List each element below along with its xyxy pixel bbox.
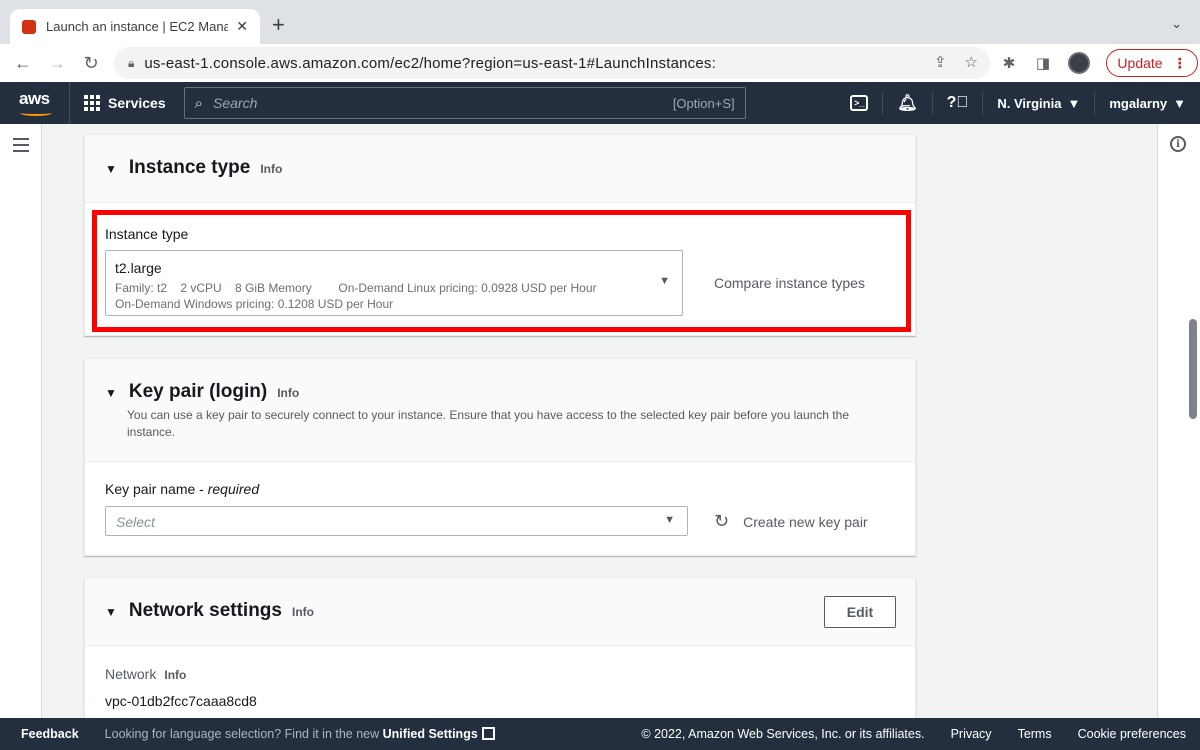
tab-title: Launch an instance | EC2 Management Cons… [46,19,229,34]
network-settings-header: ▼ Network settings Info Edit [85,578,915,646]
collapse-caret-icon[interactable]: ▼ [105,605,117,619]
cloudshell-button[interactable]: >_ [836,92,882,114]
vpc-value: vpc-01db2fcc7caaa8cd8 [105,693,257,709]
browser-toolbar: ← → ↻ 🔒︎ us-east-1.console.aws.amazon.co… [0,44,1200,82]
side-panel-icon[interactable]: ◨ [1034,54,1052,72]
search-input[interactable]: ⌕ Search [Option+S] [183,87,746,119]
aws-logo[interactable]: aws [0,82,70,124]
instance-type-panel: ▼ Instance type Info Instance type t2.la… [84,134,916,336]
menu-hamburger-icon[interactable] [13,138,29,156]
right-rail: i [1157,124,1200,718]
search-shortcut: [Option+S] [672,95,735,111]
info-panel-icon[interactable]: i [1170,136,1186,152]
url-path: /ec2/home?region=us-east-1#LaunchInstanc… [390,54,716,72]
browser-tabstrip: Launch an instance | EC2 Management Cons… [0,0,1200,44]
share-icon[interactable]: ⇪ [934,53,947,71]
collapse-caret-icon[interactable]: ▼ [105,386,117,400]
network-field-label: Network Info [105,666,186,682]
new-tab-button[interactable]: + [272,14,285,36]
collapse-caret-icon[interactable]: ▼ [105,162,117,176]
key-pair-select[interactable]: Select ▼ [105,506,688,536]
account-menu[interactable]: mgalarny ▼ [1094,92,1200,114]
update-button[interactable]: Update ⋮ [1106,49,1198,77]
services-grid-icon [84,95,100,111]
language-notice: Looking for language selection? Find it … [105,727,495,741]
network-info-link[interactable]: Info [164,668,186,682]
help-icon: ?⃝ [946,94,969,111]
services-menu-button[interactable]: Services [84,95,166,111]
create-key-pair-label: Create new key pair [743,513,868,530]
lock-icon: 🔒︎ [128,55,135,70]
compare-instance-types-link[interactable]: Compare instance types [714,275,865,291]
more-menu-icon: ⋮ [1172,54,1187,71]
instance-type-meta-line1: Family: t2 2 vCPU 8 GiB Memory On-Demand… [115,281,597,295]
console-footer: Feedback Looking for language selection?… [0,718,1200,750]
cloudshell-icon: >_ [850,95,869,111]
region-selector[interactable]: N. Virginia ▼ [982,92,1094,114]
key-pair-label-text: Key pair name [105,481,196,497]
terms-link[interactable]: Terms [1018,727,1052,741]
language-notice-text: Looking for language selection? Find it … [104,727,383,741]
aws-logo-text: aws [19,89,50,108]
search-icon: ⌕ [194,94,204,112]
instance-type-title: Instance type [128,157,251,178]
instance-type-meta-line2: On-Demand Windows pricing: 0.1208 USD pe… [115,297,394,311]
refresh-icon[interactable]: ↻ [714,511,729,532]
key-pair-info-link[interactable]: Info [277,386,299,400]
edit-button[interactable]: Edit [824,596,896,628]
network-settings-title: Network settings [128,600,282,621]
instance-type-field-label: Instance type [105,226,189,242]
update-label: Update [1117,55,1163,71]
left-rail [0,124,42,718]
instance-type-header: ▼ Instance type Info [85,135,915,203]
services-label: Services [108,95,166,111]
page-scrollbar[interactable] [1189,319,1197,419]
create-key-pair-button[interactable]: ↻ Create new key pair [714,511,868,532]
key-pair-description: You can use a key pair to securely conne… [127,408,849,439]
aws-top-nav: aws Services ⌕ Search [Option+S] >_ 🔔︎ ?… [0,82,1200,124]
cookie-preferences-link[interactable]: Cookie preferences [1078,727,1186,741]
key-pair-header: ▼ Key pair (login) Info You can use a ke… [85,359,915,462]
instance-type-select[interactable]: t2.large Family: t2 2 vCPU 8 GiB Memory … [105,250,683,316]
network-settings-panel: ▼ Network settings Info Edit Network Inf… [84,577,916,737]
required-label: required [207,481,260,497]
aws-smile-icon [20,110,52,116]
key-pair-field-label: Key pair name - required [105,481,260,497]
bell-icon: 🔔︎ [897,95,918,112]
profile-avatar[interactable] [1068,52,1090,74]
forward-button[interactable]: → [40,53,74,74]
instance-type-info-link[interactable]: Info [260,162,282,176]
unified-settings-link[interactable]: Unified Settings [383,727,478,741]
copyright-text: © 2022, Amazon Web Services, Inc. or its… [641,727,925,741]
aws-favicon-icon [22,19,36,34]
instance-type-value: t2.large [115,260,162,276]
address-bar[interactable]: 🔒︎ us-east-1.console.aws.amazon.com/ec2/… [114,47,990,79]
privacy-link[interactable]: Privacy [951,727,992,741]
browser-tab[interactable]: Launch an instance | EC2 Management Cons… [10,9,260,44]
key-pair-title: Key pair (login) [128,381,268,402]
external-link-icon [481,727,495,740]
user-label: mgalarny [1109,95,1168,111]
notifications-button[interactable]: 🔔︎ [882,92,931,114]
url-host: us-east-1.console.aws.amazon.com [144,54,391,72]
feedback-link[interactable]: Feedback [21,727,79,741]
network-label-text: Network [105,666,157,682]
extensions-puzzle-icon[interactable]: ✱ [1000,54,1018,72]
caret-down-icon: ▼ [1173,95,1186,111]
key-pair-placeholder: Select [116,514,155,530]
dropdown-caret-icon: ▼ [659,275,670,287]
caret-down-icon: ▼ [1067,95,1081,111]
help-button[interactable]: ?⃝ [931,92,983,114]
region-label: N. Virginia [997,95,1062,111]
reload-button[interactable]: ↻ [74,53,108,74]
dropdown-caret-icon: ▼ [664,514,675,526]
search-placeholder: Search [213,95,258,111]
tab-search-chevron-icon[interactable]: ⌄ [1171,16,1182,32]
back-button[interactable]: ← [6,53,40,74]
bookmark-star-icon[interactable]: ☆ [965,53,978,71]
key-pair-panel: ▼ Key pair (login) Info You can use a ke… [84,358,916,556]
close-tab-icon[interactable]: ✕ [236,18,248,35]
network-settings-info-link[interactable]: Info [292,605,314,619]
